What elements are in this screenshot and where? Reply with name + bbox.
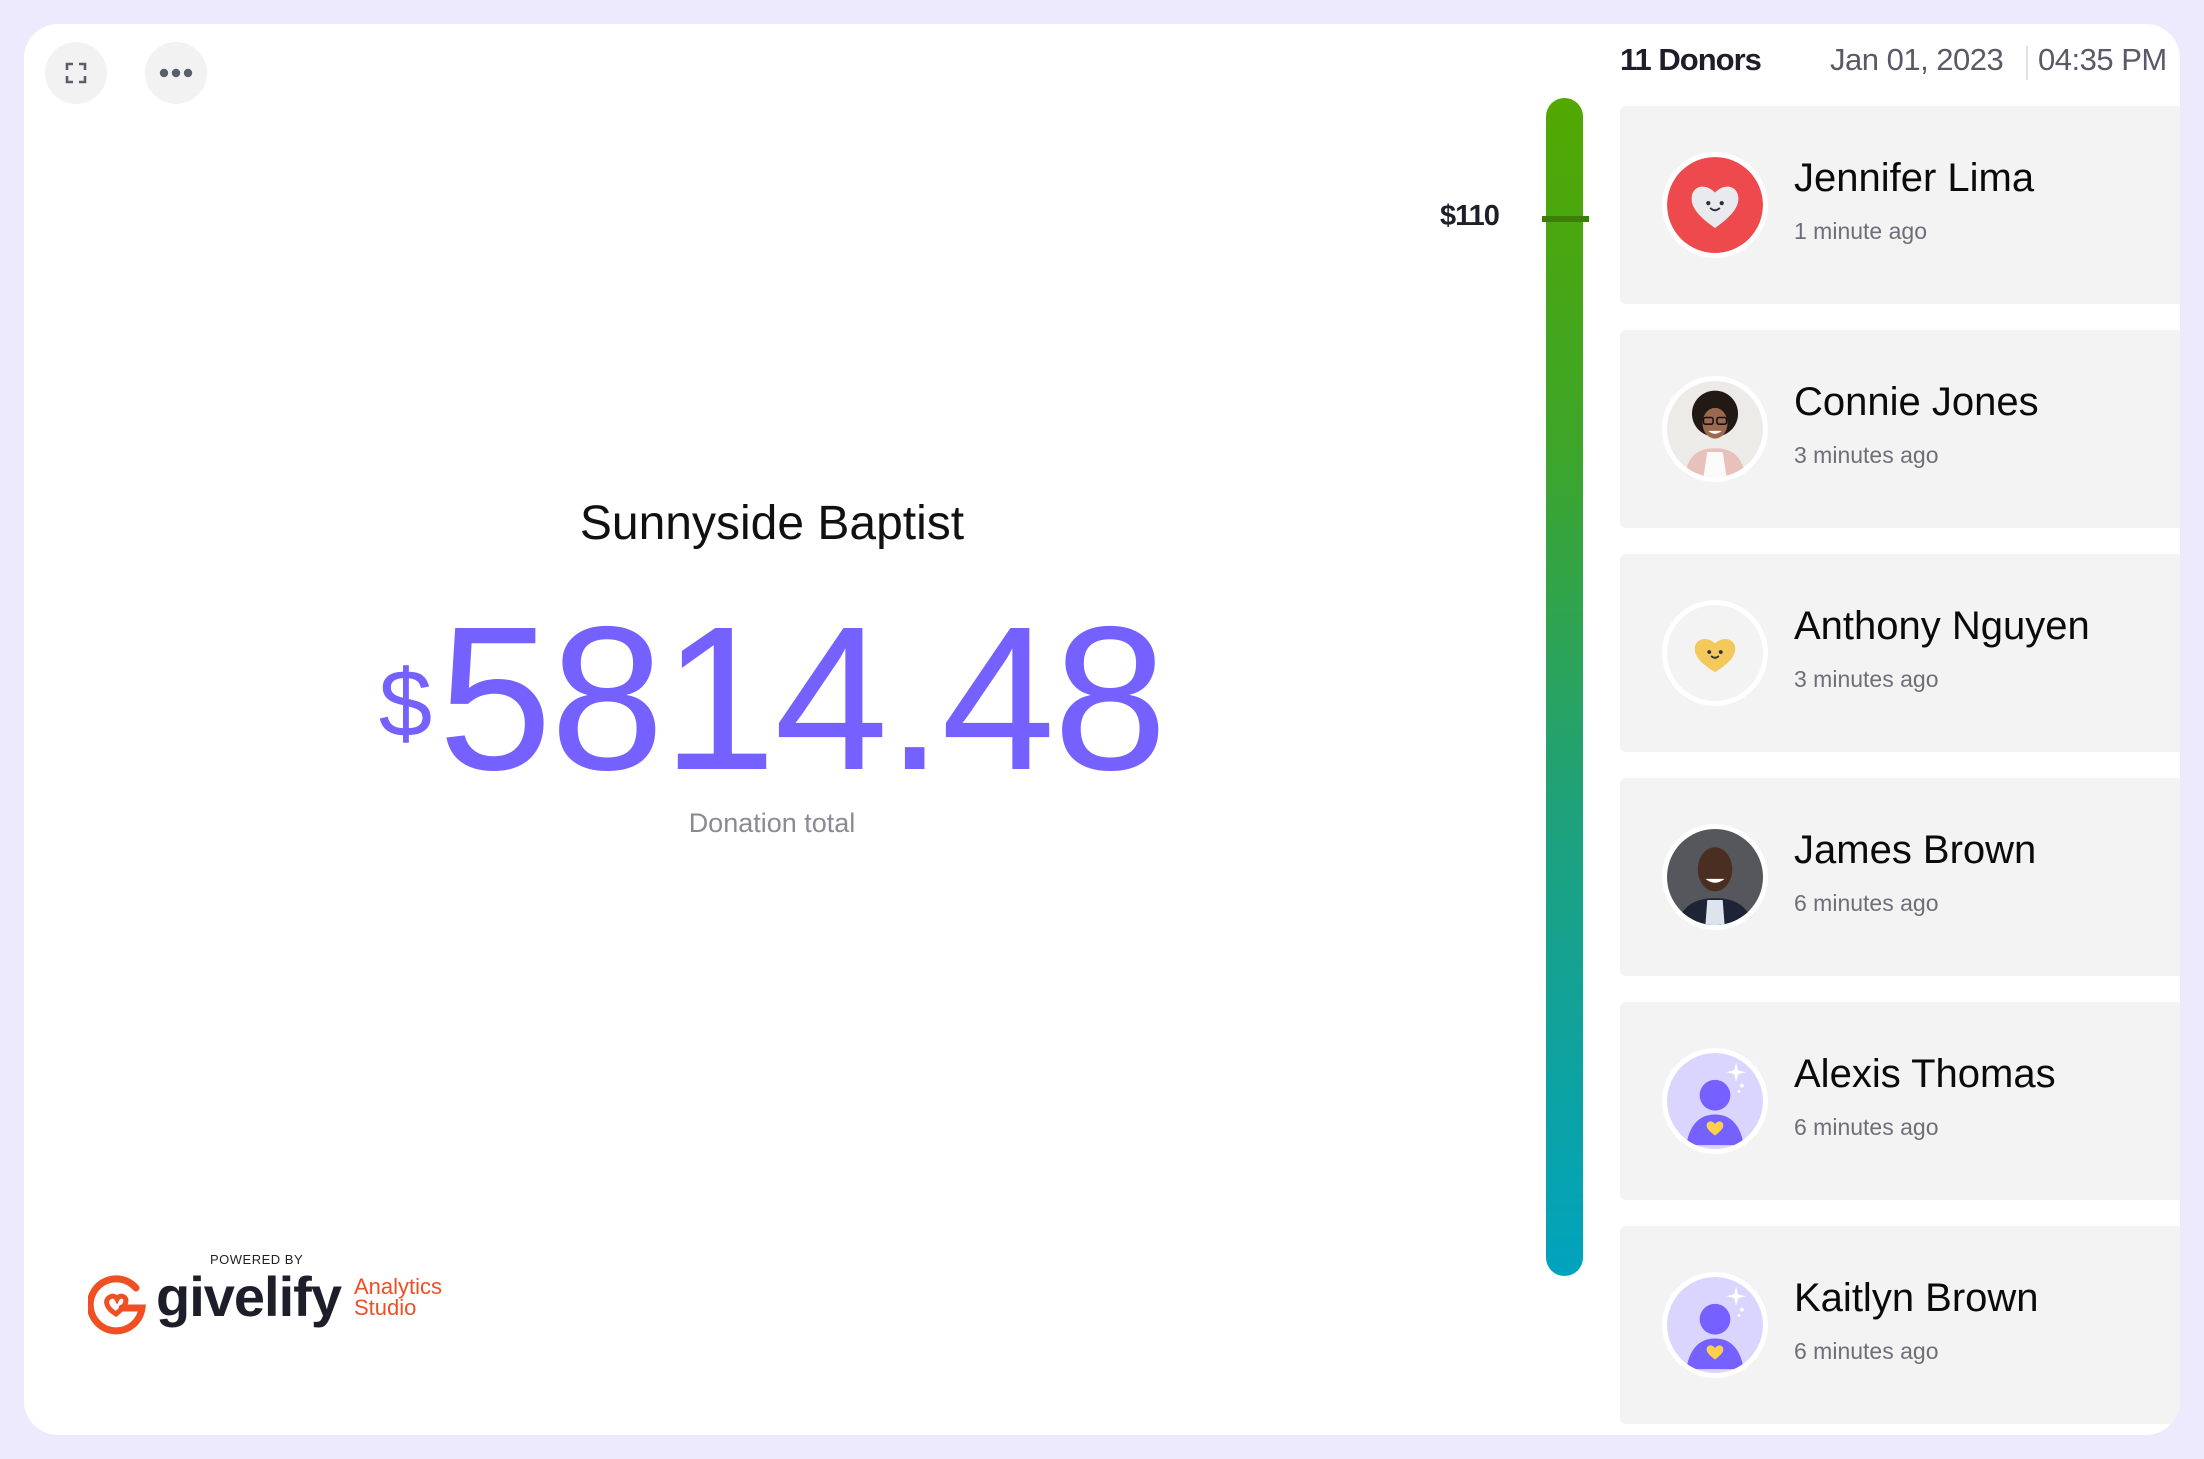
photo-avatar [1667, 381, 1763, 477]
analytics-studio-label: Analytics Studio [354, 1274, 443, 1320]
avatar [1662, 824, 1768, 930]
givelify-wordmark: givelify [156, 1265, 342, 1328]
donation-total-value: 5814.48 [438, 584, 1167, 813]
donor-item[interactable]: Kaitlyn Brown 6 minutes ago [1620, 1226, 2180, 1424]
donor-name: James Brown [1794, 828, 2037, 872]
donor-list: Jennifer Lima 1 minute ago Connie Jones … [1620, 106, 2180, 1435]
more-horizontal-icon [159, 68, 193, 78]
header-divider [2026, 46, 2028, 80]
avatar [1662, 600, 1768, 706]
donor-count: 11 Donors [1620, 42, 1762, 77]
avatar [1662, 152, 1768, 258]
donation-total-label: Donation total [688, 808, 856, 838]
donor-name: Jennifer Lima [1794, 156, 2035, 200]
more-options-button[interactable] [145, 42, 207, 104]
donor-item[interactable]: Alexis Thomas 6 minutes ago [1620, 1002, 2180, 1200]
donor-time: 6 minutes ago [1794, 1338, 1939, 1364]
givelify-logo: POWERED BY givelify Analytics Studio [68, 1238, 468, 1348]
fullscreen-button[interactable] [45, 42, 107, 104]
dashboard-card: Sunnyside Baptist $5814.48 Donation tota… [24, 24, 2180, 1435]
avatar [1662, 376, 1768, 482]
donor-item[interactable]: Anthony Nguyen 3 minutes ago [1620, 554, 2180, 752]
avatar [1662, 1272, 1768, 1378]
donor-item[interactable]: Jennifer Lima 1 minute ago [1620, 106, 2180, 304]
donor-item[interactable]: Connie Jones 3 minutes ago [1620, 330, 2180, 528]
donor-name: Alexis Thomas [1794, 1052, 2056, 1096]
donor-name: Kaitlyn Brown [1794, 1276, 2039, 1320]
photo-avatar [1667, 829, 1763, 925]
donor-time: 1 minute ago [1794, 218, 1927, 244]
donor-name: Anthony Nguyen [1794, 604, 2090, 648]
donor-item[interactable]: James Brown 6 minutes ago [1620, 778, 2180, 976]
givelify-mark-icon [88, 1275, 146, 1335]
donor-time: 3 minutes ago [1794, 666, 1939, 692]
current-date: Jan 01, 2023 [1830, 42, 2004, 77]
yellow-heart-avatar-icon [1667, 605, 1763, 701]
currency-symbol: $ [378, 650, 433, 757]
organization-name: Sunnyside Baptist [579, 497, 965, 550]
avatar [1662, 1048, 1768, 1154]
goal-progress-gauge [1546, 98, 1583, 1276]
fullscreen-icon [65, 62, 87, 84]
donor-time: 3 minutes ago [1794, 442, 1939, 468]
donation-total: $5814.48 [24, 589, 1520, 809]
gauge-marker-label: $110 [1440, 200, 1500, 233]
red-heart-avatar-icon [1667, 157, 1763, 253]
gauge-marker [1542, 216, 1589, 223]
donor-name: Connie Jones [1794, 380, 2039, 424]
donor-time: 6 minutes ago [1794, 1114, 1939, 1140]
current-time: 04:35 PM [2038, 42, 2167, 77]
donor-time: 6 minutes ago [1794, 890, 1939, 916]
default-person-avatar-icon [1667, 1277, 1763, 1373]
default-person-avatar-icon [1667, 1053, 1763, 1149]
